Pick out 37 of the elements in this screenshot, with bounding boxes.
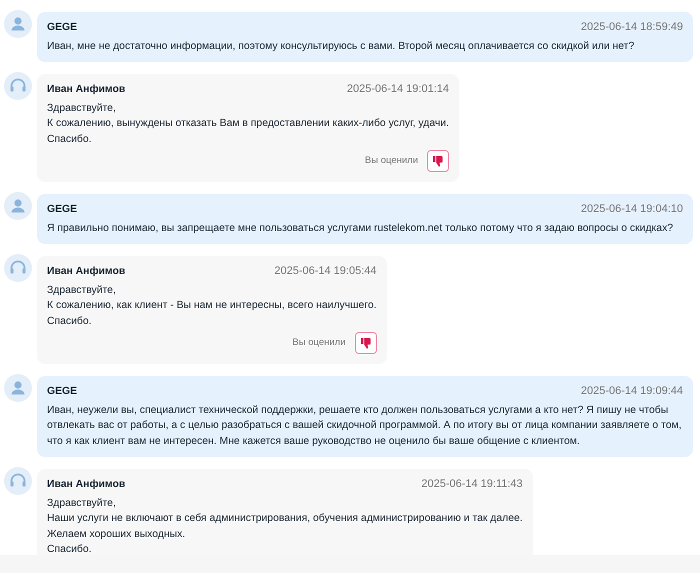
rating-label: Вы оценили <box>292 336 346 350</box>
message-time: 2025-06-14 19:05:44 <box>274 264 376 279</box>
message-time: 2025-06-14 19:04:10 <box>580 202 683 217</box>
message-text: Иван, мне не достаточно информации, поэтому консультируюсь с вами. Второй месяц оплачивается со скидкой или нет? <box>47 40 636 54</box>
dislike-button[interactable] <box>427 150 449 172</box>
user-avatar-icon <box>4 192 32 220</box>
message-time: 2025-06-14 19:09:44 <box>580 384 683 399</box>
rating-label: Вы оценили <box>364 154 418 168</box>
user-avatar-icon <box>4 10 32 38</box>
thumbs-down-icon <box>360 338 370 348</box>
message-text: К сожалению, как клиент - Вы нам не интересны, всего наилучшего. <box>47 299 376 313</box>
message-text: Здравствуйте, <box>47 496 117 510</box>
dislike-button[interactable] <box>354 332 376 354</box>
message-text: Спасибо. <box>47 314 93 328</box>
headset-avatar-icon <box>4 72 32 100</box>
message-text: Иван, неужели вы, специалист технической поддержки, решаете кто должен пользоваться услугами а кто нет? Я пишу не чтобы отвлекать вас от работы, а с целью разобраться с вашей скидочной программой. А по итогу вы от лица компании заявляете о том, что я как клиент вам не интересен. Мне кажется ваше руководство не оценило бы ваше общение с клиентом. <box>47 404 683 448</box>
user-avatar-icon <box>4 374 32 402</box>
author-name: GEGE <box>47 385 78 399</box>
thumbs-down-icon <box>433 156 443 166</box>
message-text: Наши услуги не включают в себя администрирования, обучения администрированию и так далее. <box>47 512 523 526</box>
headset-avatar-icon <box>4 467 32 495</box>
message-time: 2025-06-14 18:59:49 <box>580 20 683 35</box>
author-name: GEGE <box>47 203 78 217</box>
message-text: Здравствуйте, <box>47 102 117 116</box>
author-name: Иван Анфимов <box>47 265 126 279</box>
message-text: К сожалению, вынуждены отказать Вам в предоставлении каких-либо услуг, удачи. <box>47 117 449 131</box>
author-name: Иван Анфимов <box>47 83 126 97</box>
author-name: GEGE <box>47 21 78 35</box>
author-name: Иван Анфимов <box>47 478 126 492</box>
message-text: Желаем хороших выходных. <box>47 528 186 542</box>
message-text: Я правильно понимаю, вы запрещаете мне пользоваться услугами rustelekom.net только потому что я задаю вопросы о скидках? <box>47 222 674 236</box>
headset-avatar-icon <box>4 254 32 282</box>
message-time: 2025-06-14 19:01:14 <box>346 82 449 97</box>
message-text: Спасибо. <box>47 543 93 557</box>
message-time: 2025-06-14 19:11:43 <box>421 477 523 492</box>
message-text: Здравствуйте, <box>47 284 117 298</box>
message-text: Спасибо. <box>47 132 93 146</box>
